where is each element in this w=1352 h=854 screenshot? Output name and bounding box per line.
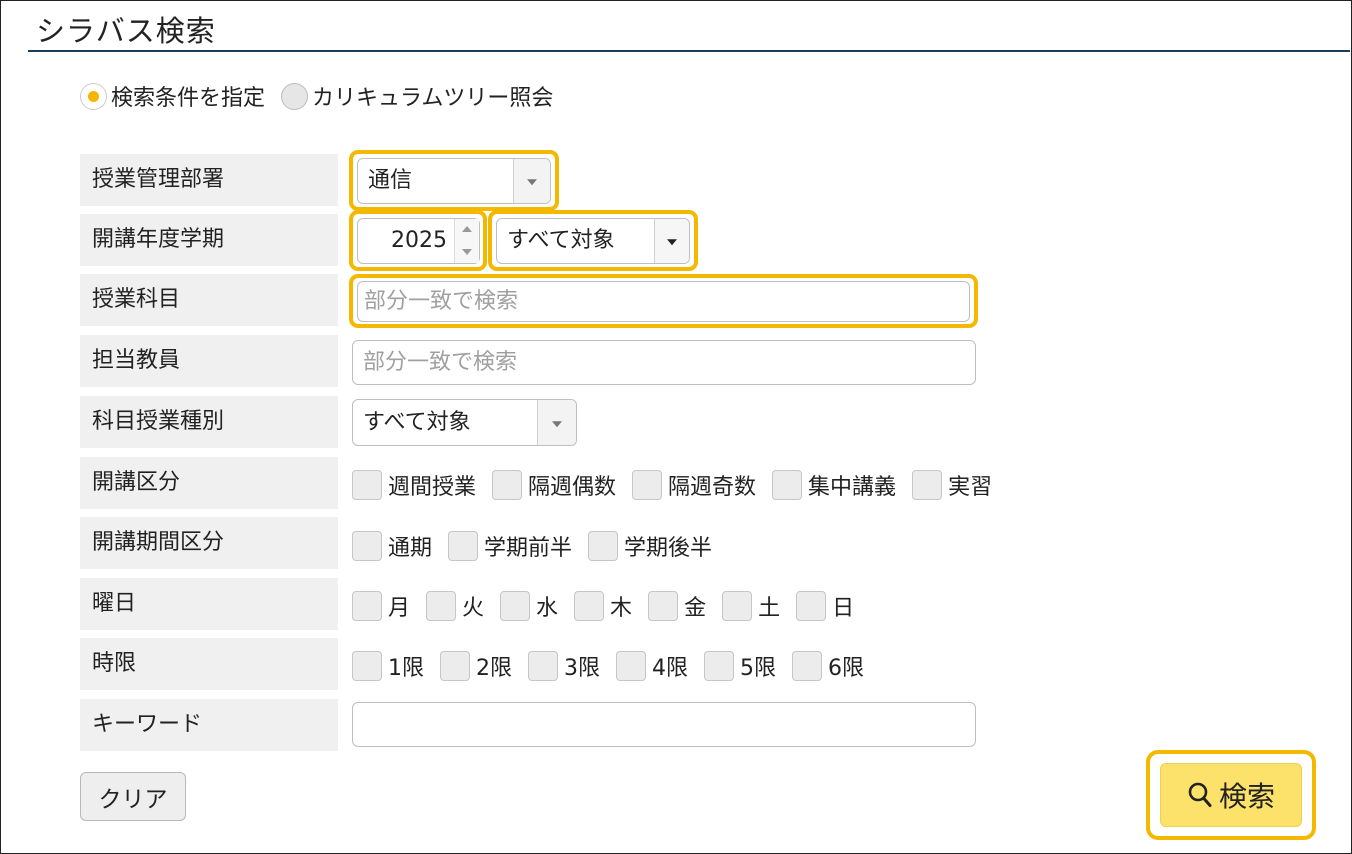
year-decrement-button[interactable] xyxy=(454,241,479,263)
subject-type-select-value: すべて対象 xyxy=(363,410,471,435)
year-value: 2025 xyxy=(391,228,447,253)
checkbox-weekday-thu[interactable] xyxy=(574,591,605,621)
term-select-value: すべて対象 xyxy=(507,228,615,253)
checkbox-label[interactable]: 木 xyxy=(610,590,632,622)
checkbox-class-type-weekly[interactable] xyxy=(352,470,382,500)
checkbox-label[interactable]: 火 xyxy=(462,590,484,622)
subject-input-placeholder: 部分一致で検索 xyxy=(364,289,519,314)
checkbox-weekday-mon[interactable] xyxy=(352,591,382,621)
label-subject-type: 科目授業種別 xyxy=(80,396,338,448)
checkbox-period-5[interactable] xyxy=(704,651,734,681)
page-title: シラバス検索 xyxy=(36,14,216,48)
checkbox-label[interactable]: 集中講義 xyxy=(808,469,896,501)
subject-type-select[interactable]: すべて対象 xyxy=(352,399,577,446)
label-dept: 授業管理部署 xyxy=(80,154,338,206)
chevron-down-icon xyxy=(552,420,562,427)
checkbox-period-6[interactable] xyxy=(792,651,822,681)
checkbox-class-type-biweekly-even[interactable] xyxy=(492,470,523,500)
label-period: 時限 xyxy=(80,638,338,690)
checkbox-weekday-wed[interactable] xyxy=(500,591,531,621)
year-increment-button[interactable] xyxy=(454,219,479,242)
year-spinner[interactable]: 2025 xyxy=(357,218,480,264)
checkbox-label[interactable]: 月 xyxy=(388,590,410,622)
teacher-input[interactable]: 部分一致で検索 xyxy=(352,340,976,385)
checkbox-label[interactable]: 2限 xyxy=(476,650,512,682)
checkbox-weekday-sat[interactable] xyxy=(722,591,753,621)
radio-specify-conditions-label[interactable]: 検索条件を指定 xyxy=(111,80,265,112)
checkbox-label[interactable]: 6限 xyxy=(828,650,864,682)
checkbox-label[interactable]: 1限 xyxy=(388,650,424,682)
label-class-type: 開講区分 xyxy=(80,457,338,509)
checkbox-label[interactable]: 学期後半 xyxy=(624,530,712,562)
title-divider xyxy=(28,50,1350,52)
checkbox-class-type-biweekly-odd[interactable] xyxy=(632,470,663,500)
weekday-group: 月 火 水 木 金 土 日 xyxy=(352,590,870,622)
radio-curriculum-tree[interactable] xyxy=(281,82,309,110)
checkbox-label[interactable]: 週間授業 xyxy=(388,469,476,501)
search-button[interactable]: 検索 xyxy=(1160,763,1302,827)
label-period-type: 開講期間区分 xyxy=(80,517,338,569)
label-teacher: 担当教員 xyxy=(80,335,338,387)
period-type-group: 通期 学期前半 学期後半 xyxy=(352,530,728,562)
search-button-label: 検索 xyxy=(1218,780,1275,813)
checkbox-period-3[interactable] xyxy=(528,651,558,681)
label-subject: 授業科目 xyxy=(80,274,338,326)
checkbox-period-2[interactable] xyxy=(440,651,470,681)
checkbox-period-full[interactable] xyxy=(352,531,382,561)
radio-curriculum-tree-label[interactable]: カリキュラムツリー照会 xyxy=(312,80,553,112)
dept-select-value: 通信 xyxy=(368,168,413,193)
search-icon xyxy=(1187,781,1213,809)
checkbox-period-1[interactable] xyxy=(352,651,382,681)
checkbox-label[interactable]: 日 xyxy=(832,590,854,622)
subject-input[interactable]: 部分一致で検索 xyxy=(357,281,970,322)
teacher-input-placeholder: 部分一致で検索 xyxy=(363,350,518,375)
class-type-group: 週間授業 隔週偶数 隔週奇数 集中講義 実習 xyxy=(352,469,1008,501)
checkbox-label[interactable]: 5限 xyxy=(740,650,776,682)
arrow-down-icon xyxy=(462,249,472,255)
checkbox-weekday-fri[interactable] xyxy=(648,591,679,621)
checkbox-period-first-half[interactable] xyxy=(448,531,479,561)
checkbox-label[interactable]: 3限 xyxy=(564,650,600,682)
clear-button-label: クリア xyxy=(98,786,168,813)
checkbox-label[interactable]: 隔週偶数 xyxy=(528,469,616,501)
checkbox-label[interactable]: 隔週奇数 xyxy=(668,469,756,501)
search-mode-group: 検索条件を指定 カリキュラムツリー照会 xyxy=(80,80,569,112)
checkbox-weekday-tue[interactable] xyxy=(426,591,457,621)
checkbox-class-type-practicum[interactable] xyxy=(912,470,943,500)
label-keyword: キーワード xyxy=(80,699,338,751)
checkbox-label[interactable]: 実習 xyxy=(948,469,992,501)
subject-type-select-button[interactable] xyxy=(537,400,576,445)
checkbox-label[interactable]: 金 xyxy=(684,590,706,622)
checkbox-period-second-half[interactable] xyxy=(588,531,619,561)
dept-select-button[interactable] xyxy=(513,159,550,203)
checkbox-label[interactable]: 学期前半 xyxy=(484,530,572,562)
term-select[interactable]: すべて対象 xyxy=(496,218,690,264)
checkbox-period-4[interactable] xyxy=(616,651,646,681)
checkbox-label[interactable]: 4限 xyxy=(652,650,688,682)
label-weekday: 曜日 xyxy=(80,578,338,630)
keyword-input[interactable] xyxy=(352,702,976,747)
checkbox-class-type-intensive[interactable] xyxy=(772,470,803,500)
arrow-up-icon xyxy=(462,226,472,232)
period-group: 1限 2限 3限 4限 5限 6限 xyxy=(352,650,880,682)
clear-button[interactable]: クリア xyxy=(80,772,186,821)
checkbox-label[interactable]: 水 xyxy=(536,590,558,622)
label-year-term: 開講年度学期 xyxy=(80,214,338,266)
checkbox-label[interactable]: 土 xyxy=(758,590,780,622)
checkbox-label[interactable]: 通期 xyxy=(388,530,432,562)
radio-specify-conditions[interactable] xyxy=(80,82,107,110)
dept-select[interactable]: 通信 xyxy=(357,158,551,204)
chevron-down-icon xyxy=(667,239,677,246)
term-select-button[interactable] xyxy=(654,219,689,263)
chevron-down-icon xyxy=(527,179,537,186)
checkbox-weekday-sun[interactable] xyxy=(796,591,827,621)
